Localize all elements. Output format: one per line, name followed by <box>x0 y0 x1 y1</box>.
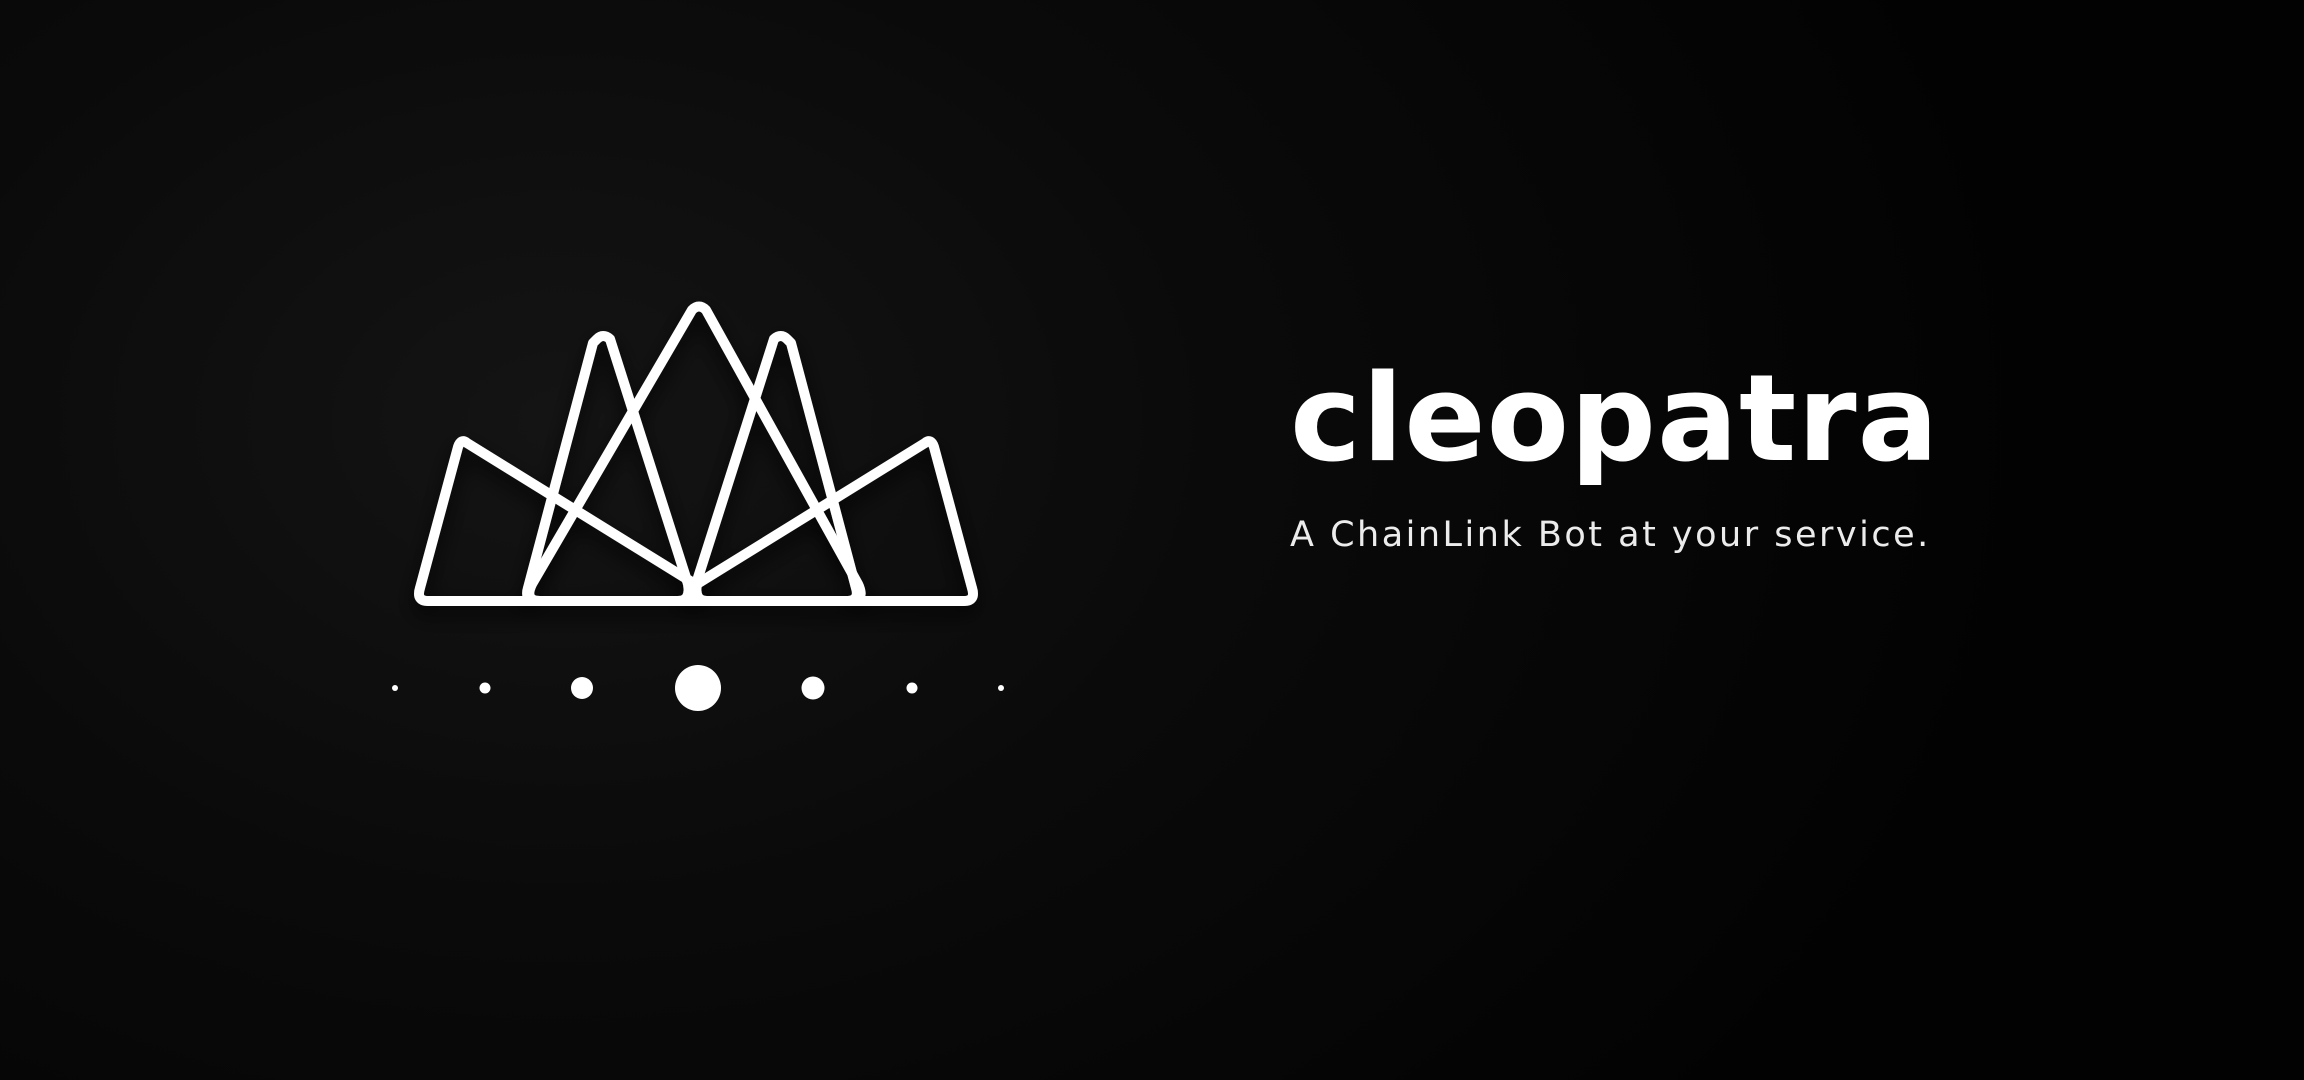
loader-dot-3 <box>571 677 593 699</box>
loading-dots-icon <box>392 665 1004 711</box>
app-title: cleopatra <box>1290 350 1940 489</box>
center-peak <box>524 301 866 606</box>
loader-dot-5 <box>801 676 825 700</box>
loader-dot-2 <box>479 682 491 694</box>
app-tagline: A ChainLink Bot at your service. <box>1290 515 1931 555</box>
brand-block: cleopatra A ChainLink Bot at your servic… <box>1290 360 2190 553</box>
splash-screen: { "brand": { "name": "cleopatra", "tagli… <box>0 0 2304 1080</box>
loader-dot-7 <box>998 685 1004 691</box>
loader-dot-6 <box>906 682 918 694</box>
crown-mountains-logo-icon <box>392 290 1020 730</box>
loader-dot-1 <box>392 685 398 691</box>
loader-dot-4 <box>675 665 721 711</box>
right-inner-peak <box>690 331 862 606</box>
